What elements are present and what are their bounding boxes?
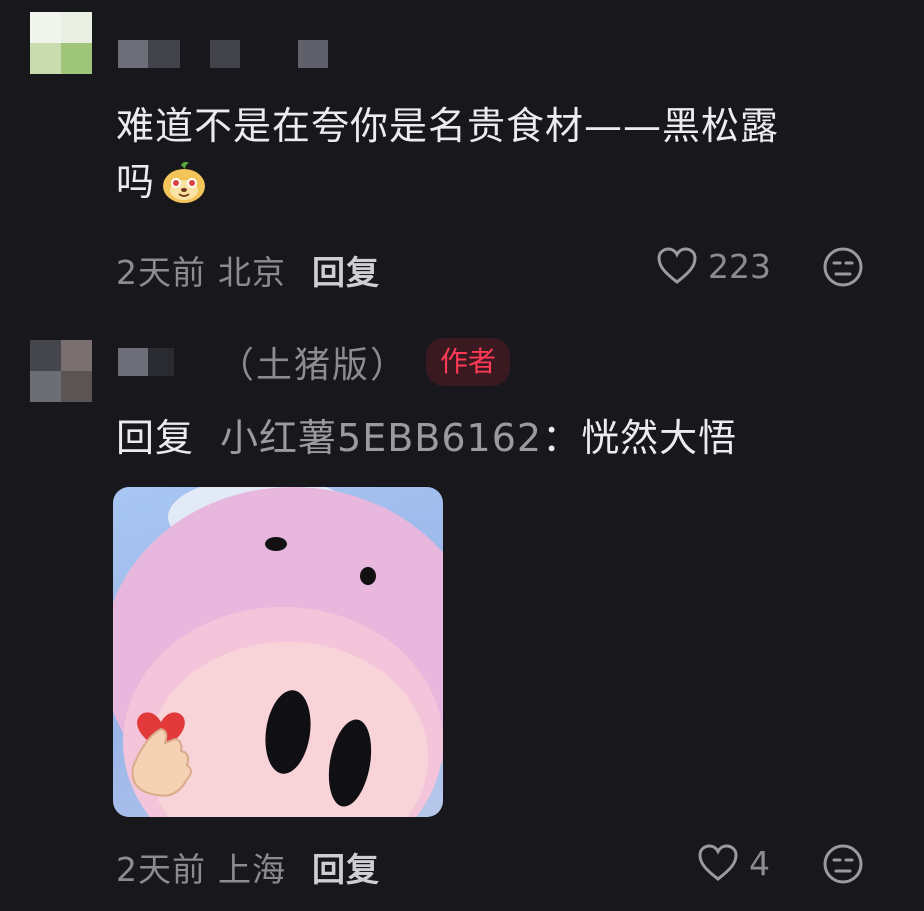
mention-link[interactable]: 小红薯5EBB6162 — [220, 410, 542, 466]
like-button[interactable]: 223 — [656, 246, 771, 286]
comment-meta: 2天前 上海 回复 — [116, 843, 380, 891]
heart-icon — [697, 843, 739, 883]
username-blurred[interactable] — [118, 40, 328, 68]
reply-button[interactable]: 回复 — [312, 246, 380, 294]
comment-text-line: 难道不是在夸你是名贵食材——黑松露 — [116, 104, 780, 148]
reply-colon: ： — [542, 416, 582, 460]
pink-pig-heart-sticker[interactable] — [113, 487, 443, 817]
comment-text-line: 吗 — [116, 160, 156, 204]
like-count: 4 — [749, 843, 770, 883]
avatar[interactable] — [30, 12, 92, 74]
like-count: 223 — [708, 246, 771, 286]
username-blurred[interactable] — [118, 348, 214, 376]
dislike-face-icon[interactable] — [822, 843, 864, 885]
author-badge: 作者 — [426, 338, 511, 386]
reply-button[interactable]: 回复 — [312, 843, 380, 891]
comment-meta: 2天前 北京 回复 — [116, 246, 380, 294]
comment-time: 2天前 — [116, 253, 206, 292]
heart-icon — [656, 246, 698, 286]
comment-location: 上海 — [218, 850, 286, 889]
reply-line: 回复 小红薯5EBB6162 ： 恍然大悟 — [116, 410, 737, 466]
username-suffix[interactable]: （土猪版） — [218, 336, 408, 388]
like-button[interactable]: 4 — [697, 843, 770, 883]
reply-text: 恍然大悟 — [581, 416, 738, 460]
comment-location: 北京 — [218, 253, 286, 292]
username-row: （土猪版） 作者 — [118, 336, 511, 388]
comment-time: 2天前 — [116, 850, 206, 889]
avatar[interactable] — [30, 340, 92, 402]
comment-text: 难道不是在夸你是名贵食材——黑松露 吗 — [116, 98, 779, 210]
cute-face-emoji-icon — [161, 159, 207, 205]
reply-prefix: 回复 — [116, 416, 195, 460]
dislike-face-icon[interactable] — [822, 246, 864, 288]
